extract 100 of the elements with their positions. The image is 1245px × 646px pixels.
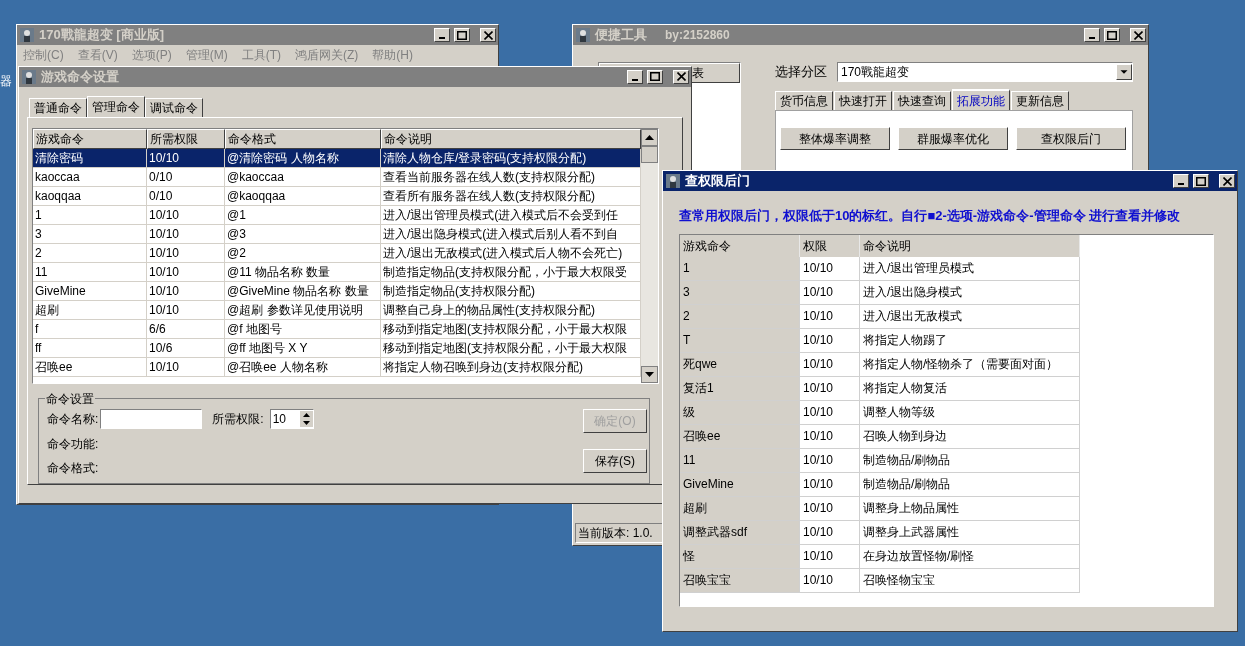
window-title: 170戰龍超变 [商业版] xyxy=(39,26,164,45)
table-cell: 10/10 xyxy=(800,568,860,593)
minimize-icon xyxy=(1089,37,1095,39)
table-cell: 召唤ee xyxy=(680,424,800,449)
table-cell: 11 xyxy=(680,448,800,473)
table-cell: 超刷 xyxy=(680,496,800,521)
table-cell: 10/10 xyxy=(800,424,860,449)
table-cell: kaoqqaa xyxy=(33,186,147,206)
level-spinner[interactable]: 10 xyxy=(269,408,314,429)
table-cell: 进入/退出隐身模式(进入模式后别人看不到自 xyxy=(381,224,641,244)
tab[interactable]: 调试命令 xyxy=(145,97,203,117)
table-cell: 进入/退出隐身模式 xyxy=(860,280,1080,305)
close-button[interactable] xyxy=(1219,174,1235,188)
table-cell: 进入/退出无敌模式 xyxy=(860,304,1080,329)
maximize-icon xyxy=(1107,30,1117,40)
table-cell: 制造物品/刷物品 xyxy=(860,448,1080,473)
table-cell: 10/10 xyxy=(800,472,860,497)
field-label: 命令格式: xyxy=(47,459,100,477)
table-cell: ff xyxy=(33,338,147,358)
table-cell: 将指定人物召唤到身边(支持权限分配) xyxy=(381,357,641,377)
tab[interactable]: 管理命令 xyxy=(87,95,145,118)
table-cell: 将指定人物/怪物杀了（需要面对面） xyxy=(860,352,1080,377)
window-title: 查权限后门 xyxy=(685,172,750,191)
tab[interactable]: 货币信息 xyxy=(775,91,833,110)
table-cell: 10/10 xyxy=(800,280,860,305)
table-cell: 怪 xyxy=(680,544,800,569)
table-cell: 2 xyxy=(680,304,800,329)
name-field[interactable] xyxy=(100,408,203,429)
table-cell: 10/10 xyxy=(800,496,860,521)
tab[interactable]: 拓展功能 xyxy=(952,89,1010,111)
table-cell: @召唤ee 人物名称 xyxy=(225,357,381,377)
table-cell: 调整人物等级 xyxy=(860,400,1080,425)
close-button[interactable] xyxy=(480,28,496,42)
table-cell: GiveMine xyxy=(680,472,800,497)
table-cell: @ff 地图号 X Y xyxy=(225,338,381,358)
table-cell: 进入/退出管理员模式(进入模式后不会受到任 xyxy=(381,205,641,225)
table-cell: 超刷 xyxy=(33,300,147,320)
table-cell: 召唤宝宝 xyxy=(680,568,800,593)
table-cell: 召唤怪物宝宝 xyxy=(860,568,1080,593)
zone-dropdown[interactable]: 170戰龍超变 xyxy=(837,62,1133,82)
table-cell: @f 地图号 xyxy=(225,319,381,339)
table-cell: 制造指定物品(支持权限分配) xyxy=(381,281,641,301)
tab[interactable]: 快速打开 xyxy=(834,91,892,110)
maximize-icon xyxy=(457,30,467,40)
table-cell: 11 xyxy=(33,262,147,282)
table-cell: 进入/退出无敌模式(进入模式后人物不会死亡) xyxy=(381,243,641,263)
tab[interactable]: 普通命令 xyxy=(29,97,87,117)
tab[interactable]: 更新信息 xyxy=(1011,91,1069,110)
app-icon xyxy=(665,173,681,189)
maximize-button[interactable] xyxy=(647,69,663,84)
zone-label: 选择分区 xyxy=(775,63,827,82)
column-header: 命令格式 xyxy=(225,128,381,149)
scrollbar[interactable] xyxy=(641,128,658,383)
column-header: 权限 xyxy=(800,234,860,257)
action-button[interactable]: 群服爆率优化 xyxy=(898,127,1008,150)
table-cell: 清除人物仓库/登录密码(支持权限分配) xyxy=(381,148,641,168)
window-title: 游戏命令设置 xyxy=(41,68,119,86)
app-icon xyxy=(21,68,37,85)
field-label: 命令功能: xyxy=(47,435,100,453)
table-cell: @kaoqqaa xyxy=(225,186,381,206)
close-button[interactable] xyxy=(673,69,689,84)
field-label: 所需权限: xyxy=(212,410,264,428)
table-cell: 10/10 xyxy=(147,148,225,168)
table-cell: 1 xyxy=(680,256,800,281)
close-button[interactable] xyxy=(1130,28,1146,42)
desktop-icon-label: 器 xyxy=(0,73,12,90)
table-cell: 10/10 xyxy=(147,300,225,320)
maximize-button[interactable] xyxy=(1104,28,1120,42)
tab[interactable]: 快速查询 xyxy=(893,91,951,110)
minimize-icon xyxy=(1178,183,1184,185)
app-icon xyxy=(575,27,591,43)
table-cell: 10/10 xyxy=(147,224,225,244)
table-cell: @1 xyxy=(225,205,381,225)
column-header: 游戏命令 xyxy=(33,128,147,149)
minimize-button[interactable] xyxy=(627,69,643,84)
table-cell: 调整身上武器属性 xyxy=(860,520,1080,545)
table-cell: @GiveMine 物品名称 数量 xyxy=(225,281,381,301)
minimize-button[interactable] xyxy=(434,28,450,42)
dialog-button[interactable]: 保存(S) xyxy=(583,448,647,473)
action-button[interactable]: 整体爆率调整 xyxy=(780,127,890,150)
table-cell: kaoccaa xyxy=(33,167,147,187)
action-button[interactable]: 查权限后门 xyxy=(1016,127,1126,150)
table-cell: T xyxy=(680,328,800,353)
table-cell: 10/10 xyxy=(147,262,225,282)
minimize-button[interactable] xyxy=(1173,174,1189,188)
app-icon xyxy=(19,27,35,43)
table-cell: 制造指定物品(支持权限分配，小于最大权限受 xyxy=(381,262,641,282)
table-cell: 查看所有服务器在线人数(支持权限分配) xyxy=(381,186,641,206)
table-cell: 10/10 xyxy=(800,544,860,569)
notice-text: 查常用权限后门，权限低于10的标红。自行■2-选项-游戏命令-管理命令 进行查看并修改 xyxy=(679,207,1182,225)
minimize-button[interactable] xyxy=(1084,28,1100,42)
table-cell: 将指定人物复活 xyxy=(860,376,1080,401)
close-icon xyxy=(1133,30,1143,40)
column-header: 命令说明 xyxy=(860,234,1080,257)
minimize-icon xyxy=(439,37,445,39)
close-icon xyxy=(676,72,686,82)
maximize-button[interactable] xyxy=(1193,174,1209,188)
maximize-button[interactable] xyxy=(454,28,470,42)
close-icon xyxy=(1222,176,1232,186)
table-cell: 移动到指定地图(支持权限分配，小于最大权限 xyxy=(381,338,641,358)
